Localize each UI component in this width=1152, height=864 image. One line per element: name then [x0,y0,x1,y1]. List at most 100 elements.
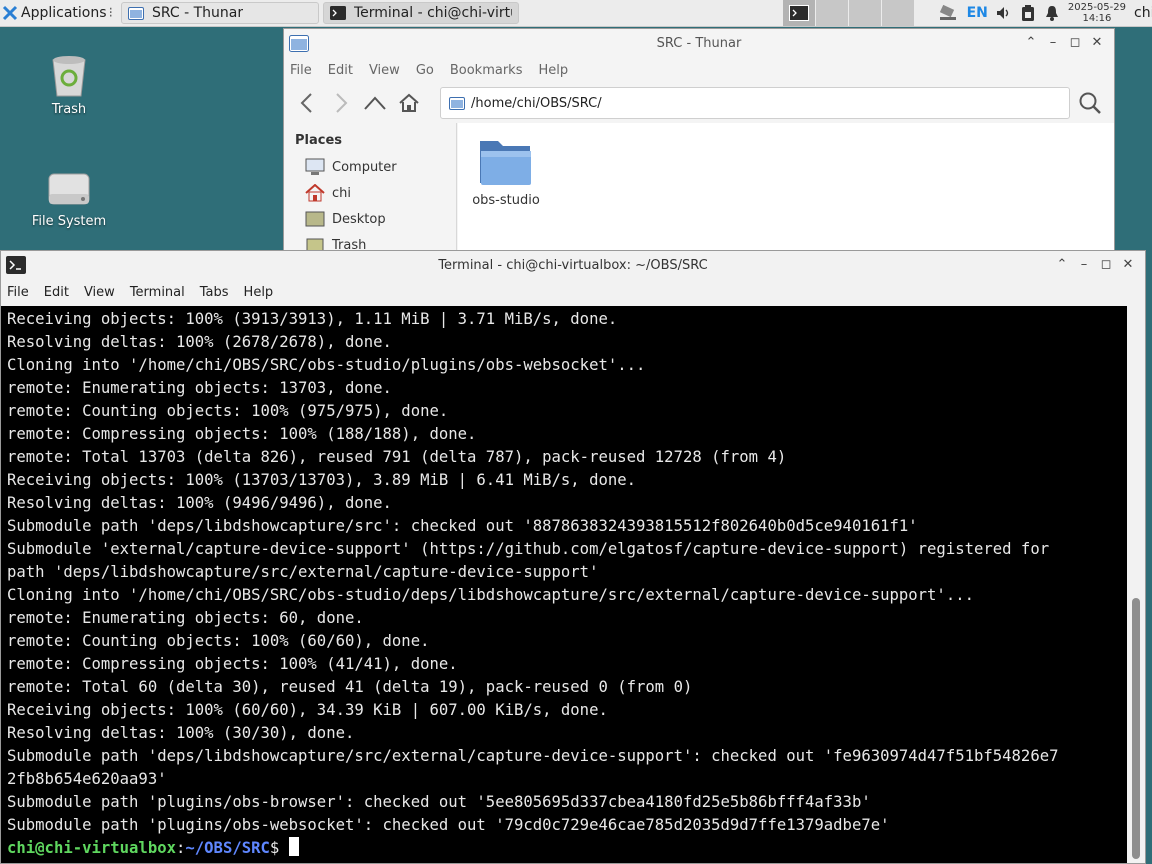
panel-separator: ⁝ [108,5,113,21]
desktop-icon-file-system[interactable]: File System [14,170,124,229]
clock[interactable]: 2025-05-29 14:16 [1068,2,1126,24]
user-menu[interactable]: chi [1134,5,1152,21]
close-button[interactable]: ✕ [1117,257,1139,273]
parent-folder-button[interactable] [358,88,392,118]
text-cursor [288,837,299,856]
top-panel: Applications ⁝ SRC - Thunar Terminal - c… [0,0,1152,27]
thunar-titlebar[interactable]: SRC - Thunar ⌃ – ◻ ✕ [284,29,1114,57]
thunar-menubar: File Edit View Go Bookmarks Help [284,57,1114,83]
shade-button[interactable]: ⌃ [1020,35,1042,51]
places-header: Places [295,133,343,148]
terminal-scrollbar[interactable] [1127,306,1145,863]
folder-icon [449,97,465,110]
terminal-line: remote: Counting objects: 100% (975/975)… [7,402,449,420]
hard-drive-icon [48,173,90,205]
menu-file[interactable]: File [7,285,29,300]
forward-button[interactable] [324,88,358,118]
back-arrow-icon [300,93,312,113]
prompt-separator: : [176,839,186,857]
taskbar-item-thunar[interactable]: SRC - Thunar [120,2,319,24]
xfce-logo-icon [2,5,18,21]
terminal-line: 2fb8b654e620aa93' [7,770,167,788]
desktop-icon-label: Trash [51,102,87,117]
menu-bookmarks[interactable]: Bookmarks [450,63,523,78]
sidebar-item-home[interactable]: chi [295,180,456,206]
folder-item-obs-studio[interactable]: obs-studio [466,135,546,208]
file-view[interactable]: obs-studio [458,123,1114,263]
terminal-line: remote: Compressing objects: 100% (188/1… [7,425,477,443]
terminal-line: remote: Enumerating objects: 13703, done… [7,379,392,397]
maximize-button[interactable]: ◻ [1095,257,1117,273]
location-bar[interactable]: /home/chi/OBS/SRC/ [440,87,1070,119]
network-icon[interactable] [937,4,959,22]
minimize-button[interactable]: – [1073,257,1095,273]
terminal-icon [789,5,809,21]
window-controls: ⌃ – ◻ ✕ [1051,257,1139,273]
terminal-line: Submodule path 'deps/libdshowcapture/src… [7,517,918,535]
taskbar-item-label: SRC - Thunar [151,5,244,21]
terminal-output[interactable]: Receiving objects: 100% (3913/3913), 1.1… [1,306,1129,863]
maximize-button[interactable]: ◻ [1064,35,1086,51]
window-title: SRC - Thunar [656,35,742,51]
menu-view[interactable]: View [84,285,115,300]
menu-go[interactable]: Go [416,63,434,78]
notification-bell-icon[interactable] [1044,5,1060,21]
thunar-window: SRC - Thunar ⌃ – ◻ ✕ File Edit View Go B… [283,28,1115,264]
terminal-menubar: File Edit View Terminal Tabs Help [1,279,1145,305]
desktop-icon-trash[interactable]: Trash [14,52,124,117]
menu-help[interactable]: Help [538,63,568,78]
terminal-titlebar[interactable]: Terminal - chi@chi-virtualbox: ~/OBS/SRC… [1,251,1145,279]
terminal-line: Submodule path 'plugins/obs-websocket': … [7,816,890,834]
thunar-toolbar: /home/chi/OBS/SRC/ [284,83,1114,123]
close-button[interactable]: ✕ [1086,35,1108,51]
menu-edit[interactable]: Edit [44,285,69,300]
terminal-line: Cloning into '/home/chi/OBS/SRC/obs-stud… [7,356,646,374]
window-controls: ⌃ – ◻ ✕ [1020,35,1108,51]
minimize-button[interactable]: – [1042,35,1064,51]
terminal-prompt: chi@chi-virtualbox:~/OBS/SRC$ [7,837,1129,860]
folder-label: obs-studio [472,193,540,208]
folder-icon [289,35,309,52]
folder-icon [127,7,144,20]
terminal-icon [329,6,346,20]
workspace-3[interactable] [848,0,881,26]
home-button[interactable] [392,88,426,118]
menu-tabs[interactable]: Tabs [200,285,229,300]
prompt-symbol: $ [269,839,289,857]
workspace-2[interactable] [815,0,848,26]
terminal-line: remote: Counting objects: 100% (60/60), … [7,632,430,650]
sidebar-item-computer[interactable]: Computer [295,154,456,180]
terminal-line: remote: Total 60 (delta 30), reused 41 (… [7,678,693,696]
sidebar-item-label: Desktop [332,211,386,227]
menu-help[interactable]: Help [244,285,274,300]
terminal-line: Resolving deltas: 100% (2678/2678), done… [7,333,392,351]
sidebar-item-label: chi [332,185,351,201]
taskbar-item-terminal[interactable]: Terminal - chi@chi-virtual... [322,2,519,24]
menu-view[interactable]: View [369,63,400,78]
window-title: Terminal - chi@chi-virtualbox: ~/OBS/SRC [438,257,708,273]
terminal-line: Cloning into '/home/chi/OBS/SRC/obs-stud… [7,586,974,604]
volume-icon[interactable] [996,5,1012,21]
terminal-line: Submodule path 'plugins/obs-browser': ch… [7,793,871,811]
clock-time: 14:16 [1082,13,1112,24]
applications-menu[interactable]: Applications ⁝ [0,0,117,26]
clipboard-icon[interactable] [1020,4,1036,22]
back-button[interactable] [290,88,324,118]
terminal-line: Submodule path 'deps/libdshowcapture/src… [7,747,1059,765]
keyboard-layout-indicator[interactable]: EN [967,5,988,21]
menu-edit[interactable]: Edit [328,63,353,78]
menu-file[interactable]: File [290,63,312,78]
terminal-line: Receiving objects: 100% (13703/13703), 3… [7,471,637,489]
workspace-1[interactable] [782,0,815,26]
prompt-path: ~/OBS/SRC [185,839,270,857]
workspace-4[interactable] [881,0,914,26]
menu-terminal[interactable]: Terminal [130,285,185,300]
terminal-line: Receiving objects: 100% (60/60), 34.39 K… [7,701,608,719]
sidebar-item-desktop[interactable]: Desktop [295,206,456,232]
scrollbar-thumb[interactable] [1132,598,1140,859]
folder-icon [480,141,531,185]
home-icon [305,184,325,202]
system-tray: EN 2025-05-29 14:16 chi [929,0,1152,26]
shade-button[interactable]: ⌃ [1051,257,1073,273]
search-button[interactable] [1078,91,1102,119]
